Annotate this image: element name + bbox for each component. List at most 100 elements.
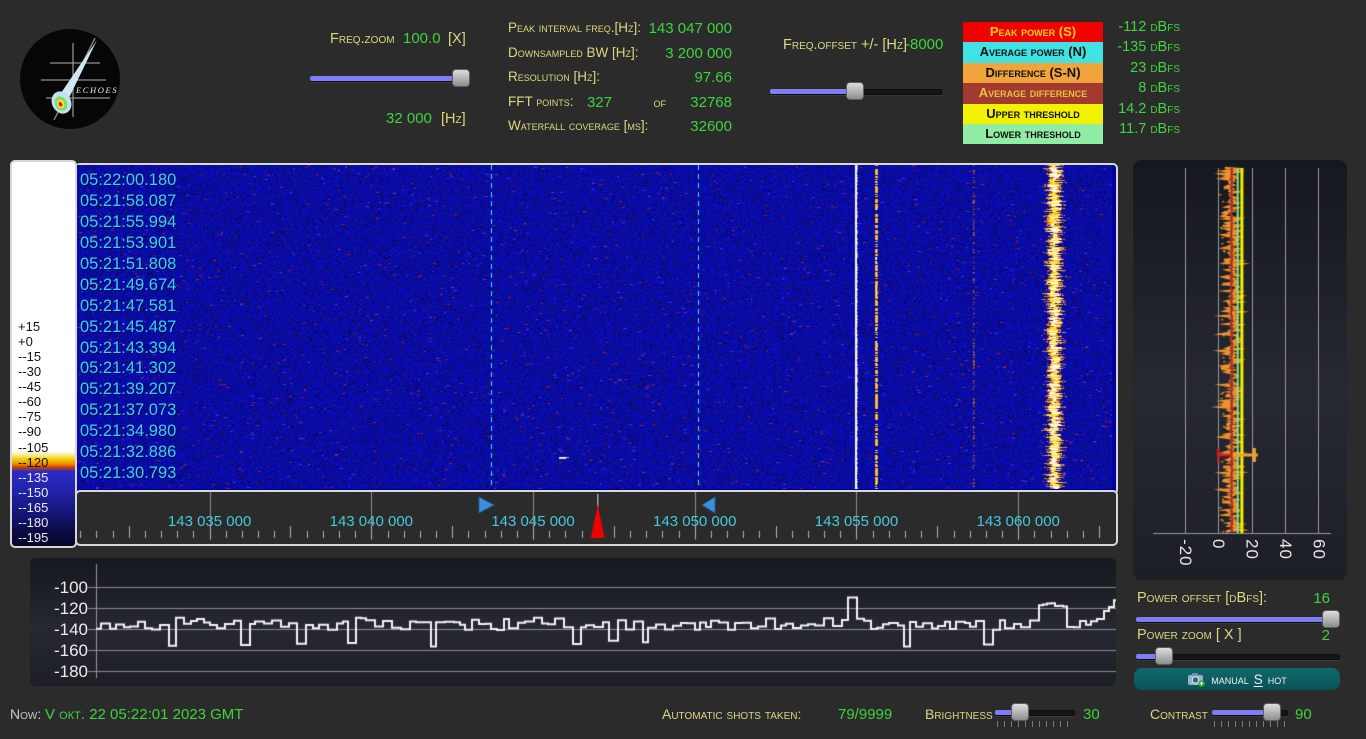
- db-scale-label: +15: [18, 319, 40, 334]
- legend-button-upper-threshold[interactable]: Upper threshold: [963, 104, 1103, 124]
- power-axis-label: -140: [32, 620, 88, 640]
- legend-button-lower-threshold[interactable]: Lower threshold: [963, 124, 1103, 144]
- difference-axis-label: 40: [1275, 539, 1295, 560]
- freq-zoom-value: 100.0: [403, 30, 441, 47]
- db-scale-label: --165: [18, 500, 48, 515]
- freq-zoom-slider-fill: [310, 76, 462, 81]
- power-offset-value: 16: [1270, 590, 1330, 607]
- info-row-label: Peak interval freq.[Hz]:: [508, 20, 641, 35]
- info-row-value: 3 200 000: [665, 45, 732, 62]
- power-offset-slider-handle[interactable]: [1322, 610, 1340, 628]
- power-offset-slider-fill: [1136, 617, 1330, 622]
- db-color-scale: +15+0--15--30--45--60--75--90--105--120-…: [10, 160, 77, 548]
- difference-spectrum-panel: -20 0 20 40 60: [1133, 160, 1347, 580]
- frequency-ruler[interactable]: 143 035 000143 040 000143 045 000143 050…: [75, 490, 1118, 546]
- db-scale-label: --90: [18, 424, 41, 439]
- freq-zoom-slider-handle[interactable]: [452, 69, 470, 87]
- info-row: Downsampled BW [Hz]: 3 200 000: [508, 45, 732, 70]
- trace-current-values: -112 dBfs-135 dBfs23 dBfs8 dBfs14.2 dBfs…: [1096, 17, 1180, 139]
- freq-offset-label: Freq.offset +/- [Hz]: [783, 37, 907, 53]
- interval-start-arrow[interactable]: [479, 497, 494, 513]
- difference-axis-label: -20: [1175, 539, 1195, 567]
- info-row-mid-label: of: [654, 95, 667, 110]
- now-value: V окт. 22 05:22:01 2023 GMT: [45, 706, 243, 723]
- difference-axis-label: 20: [1242, 539, 1262, 560]
- db-scale-label: --45: [18, 379, 41, 394]
- interval-end-arrow[interactable]: [702, 497, 715, 513]
- shots-taken-value: 79/9999: [838, 706, 892, 723]
- info-row: Resolution [Hz]: 97.66: [508, 69, 732, 94]
- legend-button-average-difference[interactable]: Average difference: [963, 83, 1103, 103]
- freq-offset-slider-handle[interactable]: [846, 82, 864, 100]
- legend-button-average-power-n[interactable]: Average power (N): [963, 42, 1103, 62]
- power-spectrum-panel: -100-120-140-160-180: [30, 558, 1116, 686]
- legend-value: -135 dBfs: [1096, 37, 1180, 57]
- legend-button-difference-s-n[interactable]: Difference (S-N): [963, 63, 1103, 83]
- info-row-label: Resolution [Hz]:: [508, 69, 600, 84]
- now-label: Now:: [10, 706, 41, 722]
- camera-icon: [1187, 672, 1206, 687]
- power-axis-label: -100: [32, 578, 88, 598]
- brightness-value: 30: [1083, 706, 1100, 723]
- logo-text: ECHOES: [75, 85, 118, 95]
- contrast-slider[interactable]: [1212, 703, 1288, 720]
- info-row-label: Waterfall coverage [ms]:: [508, 118, 648, 133]
- legend-value: -112 dBfs: [1096, 17, 1180, 37]
- manual-shot-button[interactable]: manual Shot: [1134, 668, 1340, 690]
- db-scale-label: --60: [18, 394, 41, 409]
- freq-zoom-slider[interactable]: [310, 69, 468, 86]
- info-row-value: 143 047 000: [649, 20, 732, 37]
- contrast-value: 90: [1295, 706, 1312, 723]
- info-row-label: FFT points:: [508, 94, 574, 109]
- brightness-label: Brightness: [925, 706, 993, 722]
- info-row-value2: 32768: [690, 94, 732, 111]
- freq-offset-slider-fill: [770, 89, 854, 94]
- waterfall-display[interactable]: 05:22:00.18005:21:58.08705:21:55.99405:2…: [75, 163, 1118, 495]
- info-row: Waterfall coverage [ms]:32600: [508, 118, 732, 143]
- contrast-label: Contrast: [1150, 706, 1208, 722]
- freq-zoom-label: Freq.zoom: [330, 31, 395, 47]
- legend-button-peak-power-s[interactable]: Peak power (S): [963, 22, 1103, 42]
- db-scale-label: +0: [18, 334, 33, 349]
- peak-marker: [591, 504, 605, 538]
- freq-offset-value: -8000: [905, 36, 943, 53]
- db-scale-label: --120: [18, 455, 48, 470]
- db-scale-label: --15: [18, 349, 41, 364]
- shots-taken-label: Automatic shots taken:: [662, 706, 801, 722]
- manual-shot-label-key: S: [1254, 672, 1263, 687]
- freq-span-value: 32 000: [386, 110, 432, 127]
- power-offset-slider[interactable]: [1136, 610, 1340, 627]
- freq-offset-slider[interactable]: [770, 82, 942, 99]
- info-row: FFT points:327of32768: [508, 94, 732, 119]
- manual-shot-label-prefix: manual: [1211, 672, 1249, 687]
- contrast-slider-handle[interactable]: [1263, 703, 1281, 721]
- brightness-slider[interactable]: [995, 703, 1075, 720]
- waterfall-canvas[interactable]: [77, 165, 1112, 489]
- difference-axis-label: 60: [1308, 539, 1328, 560]
- db-scale-label: --180: [18, 515, 48, 530]
- brightness-slider-handle[interactable]: [1011, 703, 1029, 721]
- db-scale-label: --30: [18, 364, 41, 379]
- legend-value: 23 dBfs: [1096, 58, 1180, 78]
- power-axis-label: -180: [32, 662, 88, 682]
- info-row-value: 97.66: [694, 69, 732, 86]
- power-zoom-value: 2: [1270, 627, 1330, 644]
- power-zoom-slider-handle[interactable]: [1155, 647, 1173, 665]
- difference-spectrum-canvas: [1133, 160, 1347, 580]
- info-row: Peak interval freq.[Hz]: 143 047 000: [508, 20, 732, 45]
- trace-legend: Peak power (S)Average power (N)Differenc…: [963, 22, 1103, 144]
- power-axis-label: -120: [32, 599, 88, 619]
- legend-value: 14.2 dBfs: [1096, 99, 1180, 119]
- echoes-main-window: ECHOES Freq.zoom 100.0 [X] 32 000 [Hz] P…: [0, 0, 1366, 739]
- info-row-label: Downsampled BW [Hz]:: [508, 45, 639, 60]
- power-axis-label: -160: [32, 641, 88, 661]
- power-zoom-slider[interactable]: [1136, 647, 1340, 664]
- db-scale-label: --195: [18, 530, 48, 545]
- manual-shot-label-rest: hot: [1268, 672, 1287, 687]
- echoes-logo-image: ECHOES: [20, 29, 120, 129]
- power-spectrum-canvas: [30, 558, 1116, 686]
- db-scale-label: --135: [18, 470, 48, 485]
- difference-axis-label: 0: [1208, 539, 1228, 549]
- legend-value: 11.7 dBfs: [1096, 119, 1180, 139]
- db-scale-label: --105: [18, 440, 48, 455]
